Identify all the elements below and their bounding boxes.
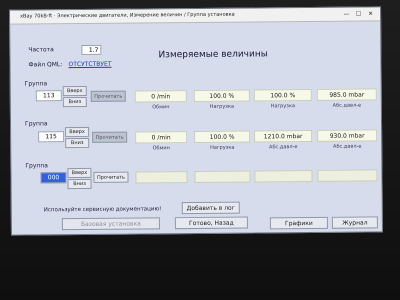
group-down-button[interactable]: Вниз	[67, 178, 92, 190]
value-caption: Абс.давл-е	[269, 144, 298, 151]
read-button[interactable]: Прочитать	[93, 171, 129, 183]
group-number-input[interactable]: 115	[38, 131, 65, 143]
window-title: xBay 70kB-ft · Электрические двигатели, …	[20, 11, 235, 20]
group-down-button[interactable]: Вниз	[62, 96, 87, 108]
frequency-stepper[interactable]: 1.7	[81, 44, 102, 55]
basic-settings-button[interactable]: Базовая установка	[61, 217, 160, 231]
close-button[interactable]: ✕	[366, 10, 375, 17]
value-field: 985.0 mbar	[316, 88, 377, 101]
group-label: Группа	[24, 80, 48, 88]
journal-button[interactable]: Журнал	[331, 216, 378, 229]
group-number-input[interactable]: 113	[35, 90, 62, 102]
value-field: 0 /min	[134, 90, 187, 103]
value-caption: Абс.давл-е	[333, 143, 362, 150]
maximize-button[interactable]: ☐	[354, 11, 363, 18]
file-label: Файл QML:	[28, 61, 63, 69]
value-field	[317, 169, 378, 182]
group-number-input[interactable]: 000	[40, 172, 67, 184]
value-field	[254, 169, 313, 183]
value-caption: Абс.давл-е	[332, 102, 362, 109]
graphs-button[interactable]: Графики	[269, 216, 328, 230]
value-field: 0 /min	[135, 131, 188, 144]
value-field: 1210.0 mbar	[254, 129, 313, 143]
group-up-button[interactable]: Вверх	[65, 126, 90, 138]
value-field	[194, 170, 251, 184]
group-label: Группа	[24, 120, 48, 128]
service-hint: Используйте сервисную документацию!	[43, 206, 162, 214]
value-caption: Нагрузка	[270, 103, 296, 110]
group-up-button[interactable]: Вверх	[62, 85, 87, 97]
value-caption: Нагрузка	[209, 103, 235, 110]
done-back-button[interactable]: Готово, Назад	[174, 216, 248, 230]
group-up-button[interactable]: Вверх	[67, 167, 92, 179]
value-field: 100.0 %	[194, 130, 251, 144]
group-label: Группа	[25, 162, 48, 170]
value-caption: Обмин	[152, 104, 170, 111]
file-status-link[interactable]: ОТСУТСТВУЕТ	[68, 61, 111, 68]
add-to-log-button[interactable]: Добавить в лог	[181, 201, 240, 215]
title-bar: xBay 70kB-ft · Электрические двигатели, …	[10, 7, 381, 25]
read-button[interactable]: Прочитать	[90, 90, 126, 102]
frequency-label: Частота	[28, 46, 54, 54]
page-title: Измеряемые величины	[158, 49, 268, 61]
value-caption: Нагрузка	[210, 144, 235, 151]
value-field: 930.0 mbar	[317, 129, 378, 142]
value-caption: Обмин	[152, 145, 170, 152]
value-field: 100.0 %	[193, 89, 250, 103]
value-field: 100.0 %	[253, 88, 312, 102]
read-button[interactable]: Прочитать	[92, 131, 128, 143]
value-field	[135, 171, 188, 184]
minimize-button[interactable]: —	[342, 11, 351, 18]
group-down-button[interactable]: Вниз	[65, 137, 90, 149]
application-window: xBay 70kB-ft · Электрические двигатели, …	[9, 6, 383, 236]
